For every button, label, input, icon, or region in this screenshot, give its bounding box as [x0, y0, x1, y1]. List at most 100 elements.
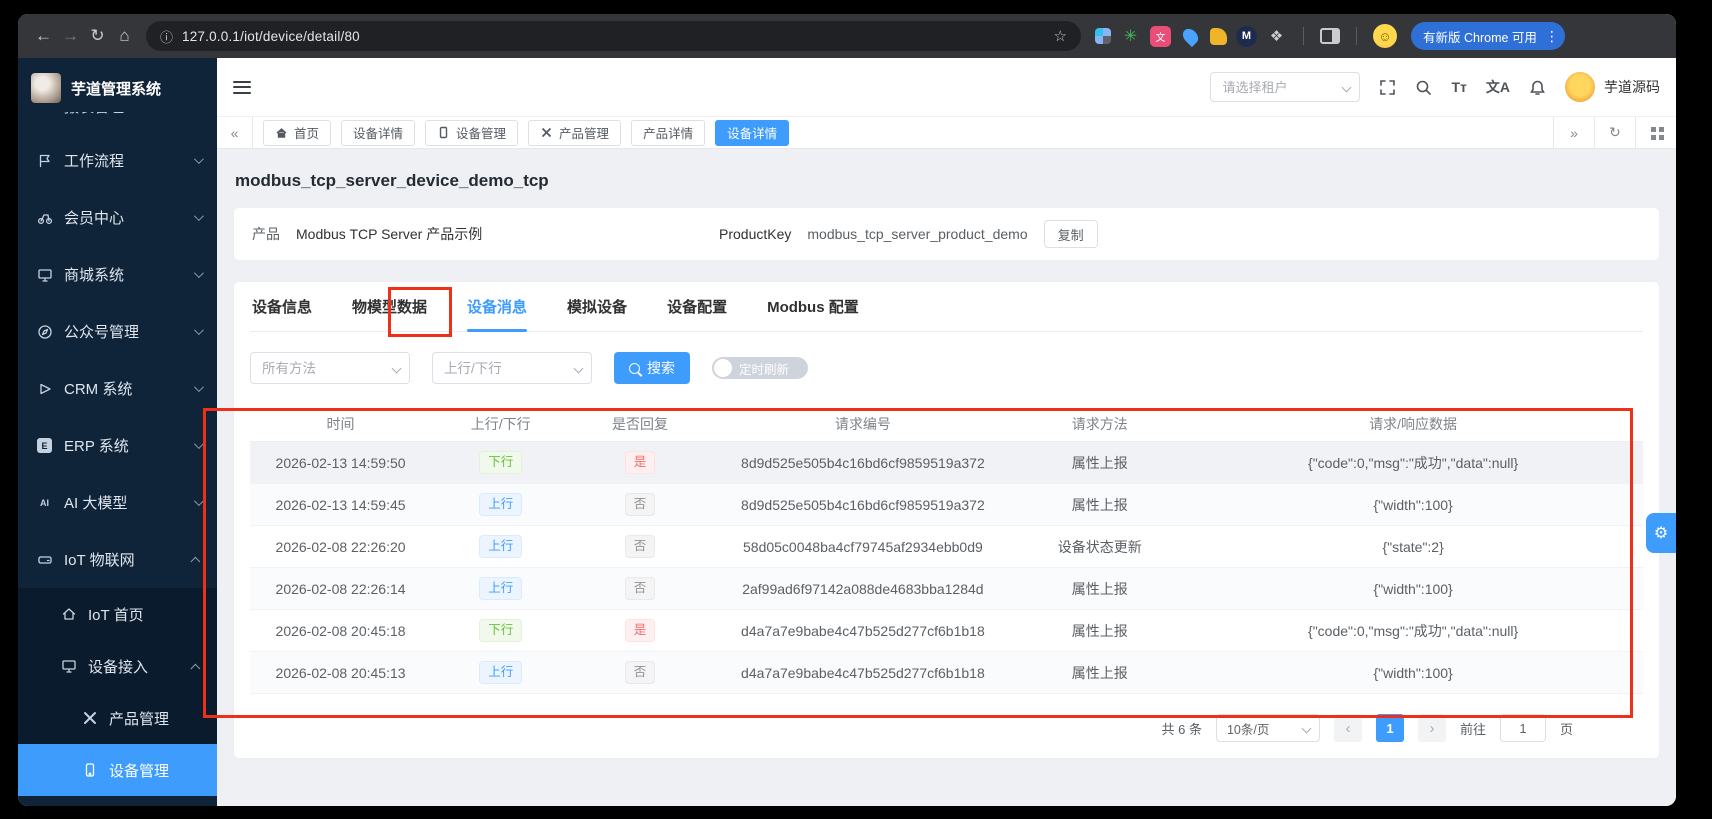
sidebar-item-clipped: ◔ 报表管理	[18, 112, 217, 132]
method-filter-select[interactable]	[250, 352, 410, 384]
tab-product-management[interactable]: 产品管理	[528, 120, 621, 146]
reply-tag: 否	[625, 661, 656, 684]
sidebar-item-device-management[interactable]: 设备管理	[18, 744, 217, 796]
bookmark-star-icon[interactable]: ☆	[1054, 27, 1067, 45]
info-icon[interactable]: ⓘ	[160, 27, 173, 46]
chrome-update-button[interactable]: 有新版 Chrome 可用 ⋮	[1411, 22, 1565, 50]
direction-tag: 上行	[479, 493, 522, 516]
puzzle-icon[interactable]: ❖	[1266, 26, 1287, 47]
sidebar-item-official-account[interactable]: 公众号管理	[18, 303, 217, 360]
tab-simulate-device[interactable]: 模拟设备	[567, 282, 627, 331]
method-filter-input[interactable]	[250, 352, 410, 384]
table-row[interactable]: 2026-02-08 22:26:20 上行 否 58d05c0048ba4cf…	[250, 526, 1643, 568]
tab-thing-model-data[interactable]: 物模型数据	[352, 282, 427, 331]
toolbar-separator	[1356, 27, 1357, 45]
side-panel-icon[interactable]	[1320, 28, 1340, 44]
reload-icon[interactable]: ↻	[84, 26, 111, 46]
m-badge-icon[interactable]: M	[1236, 26, 1257, 47]
tabs-expand-right-icon[interactable]: »	[1553, 117, 1594, 148]
kebab-menu-icon[interactable]: ⋮	[1545, 28, 1559, 45]
search-icon[interactable]	[1415, 79, 1432, 96]
home-icon	[275, 126, 288, 139]
detail-tabs: 设备信息 物模型数据 设备消息 模拟设备 设备配置 Modbus 配置	[250, 282, 1643, 332]
profile-avatar[interactable]: ☺	[1373, 24, 1397, 48]
tab-device-management[interactable]: 设备管理	[425, 120, 518, 146]
filter-bar: 搜索 定时刷新	[250, 352, 1643, 384]
layout-grid-icon[interactable]	[1635, 117, 1676, 148]
col-data: 请求/响应数据	[1183, 414, 1643, 434]
tab-device-detail-active[interactable]: 设备详情	[715, 120, 789, 146]
sidebar-item-workflow[interactable]: 工作流程	[18, 132, 217, 189]
chevron-down-icon	[194, 154, 204, 164]
table-row[interactable]: 2026-02-08 20:45:18 下行 是 d4a7a7e9babe4c4…	[250, 610, 1643, 652]
sidebar-item-iot[interactable]: IoT 物联网	[18, 531, 217, 588]
chart-icon: ◔	[36, 112, 53, 115]
tabs-collapse-left-icon[interactable]: «	[217, 117, 253, 148]
url-text[interactable]: 127.0.0.1/iot/device/detail/80	[182, 29, 360, 44]
user-menu[interactable]: 芋道源码	[1565, 72, 1660, 102]
sidebar-item-report[interactable]: ◔ 报表管理	[18, 112, 217, 132]
table-header: 时间 上行/下行 是否回复 请求编号 请求方法 请求/响应数据	[250, 406, 1643, 442]
reply-tag: 是	[625, 619, 656, 642]
sidebar-item-crm[interactable]: CRM 系统	[18, 360, 217, 417]
font-size-icon[interactable]: Tт	[1451, 79, 1466, 95]
next-page-button[interactable]: ›	[1418, 714, 1446, 742]
tab-modbus-config[interactable]: Modbus 配置	[767, 282, 859, 331]
page-size-select[interactable]	[1216, 714, 1320, 742]
address-bar[interactable]: ⓘ 127.0.0.1/iot/device/detail/80 ☆	[146, 21, 1081, 51]
sidebar-item-member[interactable]: 会员中心	[18, 189, 217, 246]
copy-button[interactable]: 复制	[1044, 220, 1098, 248]
bell-icon[interactable]	[1529, 79, 1546, 96]
chrome-update-label: 有新版 Chrome 可用	[1423, 27, 1537, 46]
prev-page-button[interactable]: ‹	[1334, 714, 1362, 742]
sidebar-item-erp[interactable]: E ERP 系统	[18, 417, 217, 474]
drop-icon[interactable]	[1180, 26, 1201, 47]
col-time: 时间	[250, 414, 431, 434]
direction-tag: 下行	[479, 451, 522, 474]
forward-icon[interactable]: →	[57, 26, 84, 46]
settings-gear-button[interactable]: ⚙	[1646, 513, 1676, 553]
tenant-select-input[interactable]	[1210, 72, 1360, 102]
tab-device-config[interactable]: 设备配置	[667, 282, 727, 331]
sidebar-item-iot-home[interactable]: IoT 首页	[18, 588, 217, 640]
translate-extension-icon[interactable]: 文	[1150, 26, 1171, 47]
message-table: 时间 上行/下行 是否回复 请求编号 请求方法 请求/响应数据 2026-02-…	[250, 406, 1643, 694]
direction-filter-select[interactable]	[432, 352, 592, 384]
goto-page-input[interactable]	[1500, 714, 1546, 742]
sidebar-item-product-management[interactable]: 产品管理	[18, 692, 217, 744]
tab-product-detail[interactable]: 产品详情	[631, 120, 705, 146]
page-1-button[interactable]: 1	[1376, 714, 1404, 742]
translate-icon[interactable]: 文A	[1486, 77, 1510, 97]
direction-filter-input[interactable]	[432, 352, 592, 384]
page-size-input[interactable]	[1216, 714, 1320, 742]
auto-refresh-toggle[interactable]: 定时刷新	[712, 357, 808, 379]
table-row[interactable]: 2026-02-13 14:59:45 上行 否 8d9d525e505b4c1…	[250, 484, 1643, 526]
extensions-grid-icon[interactable]	[1095, 28, 1111, 44]
app-logo-row[interactable]: 芋道管理系统	[18, 64, 217, 112]
tabs-refresh-icon[interactable]: ↻	[1594, 117, 1635, 148]
broom-icon[interactable]	[1210, 28, 1227, 45]
table-row[interactable]: 2026-02-08 20:45:13 上行 否 d4a7a7e9babe4c4…	[250, 652, 1643, 694]
sidebar-collapse-icon[interactable]	[233, 81, 251, 94]
sidebar-item-mall[interactable]: 商城系统	[18, 246, 217, 303]
home-icon[interactable]: ⌂	[111, 26, 138, 46]
browser-toolbar: ← → ↻ ⌂ ⓘ 127.0.0.1/iot/device/detail/80…	[18, 14, 1676, 58]
tenant-select[interactable]	[1210, 72, 1360, 102]
iot-icon	[36, 551, 53, 568]
tab-home[interactable]: 首页	[263, 120, 331, 146]
browser-window: ← → ↻ ⌂ ⓘ 127.0.0.1/iot/device/detail/80…	[18, 14, 1676, 806]
page-content: modbus_tcp_server_device_demo_tcp 产品 Mod…	[217, 149, 1676, 806]
table-row[interactable]: 2026-02-13 14:59:50 下行 是 8d9d525e505b4c1…	[250, 442, 1643, 484]
tab-device-info[interactable]: 设备信息	[252, 282, 312, 331]
back-icon[interactable]: ←	[30, 26, 57, 46]
sidebar-item-ai[interactable]: AI AI 大模型	[18, 474, 217, 531]
fullscreen-icon[interactable]	[1379, 79, 1396, 96]
tab-device-message[interactable]: 设备消息	[467, 282, 527, 331]
sidebar-item-device-access[interactable]: 设备接入	[18, 640, 217, 692]
search-button[interactable]: 搜索	[614, 352, 690, 384]
app-logo-avatar	[31, 73, 61, 103]
green-star-icon[interactable]: ✳	[1120, 26, 1141, 47]
device-detail-card: 设备信息 物模型数据 设备消息 模拟设备 设备配置 Modbus 配置	[233, 281, 1660, 759]
tab-device-detail-1[interactable]: 设备详情	[341, 120, 415, 146]
table-row[interactable]: 2026-02-08 22:26:14 上行 否 2af99ad6f97142a…	[250, 568, 1643, 610]
